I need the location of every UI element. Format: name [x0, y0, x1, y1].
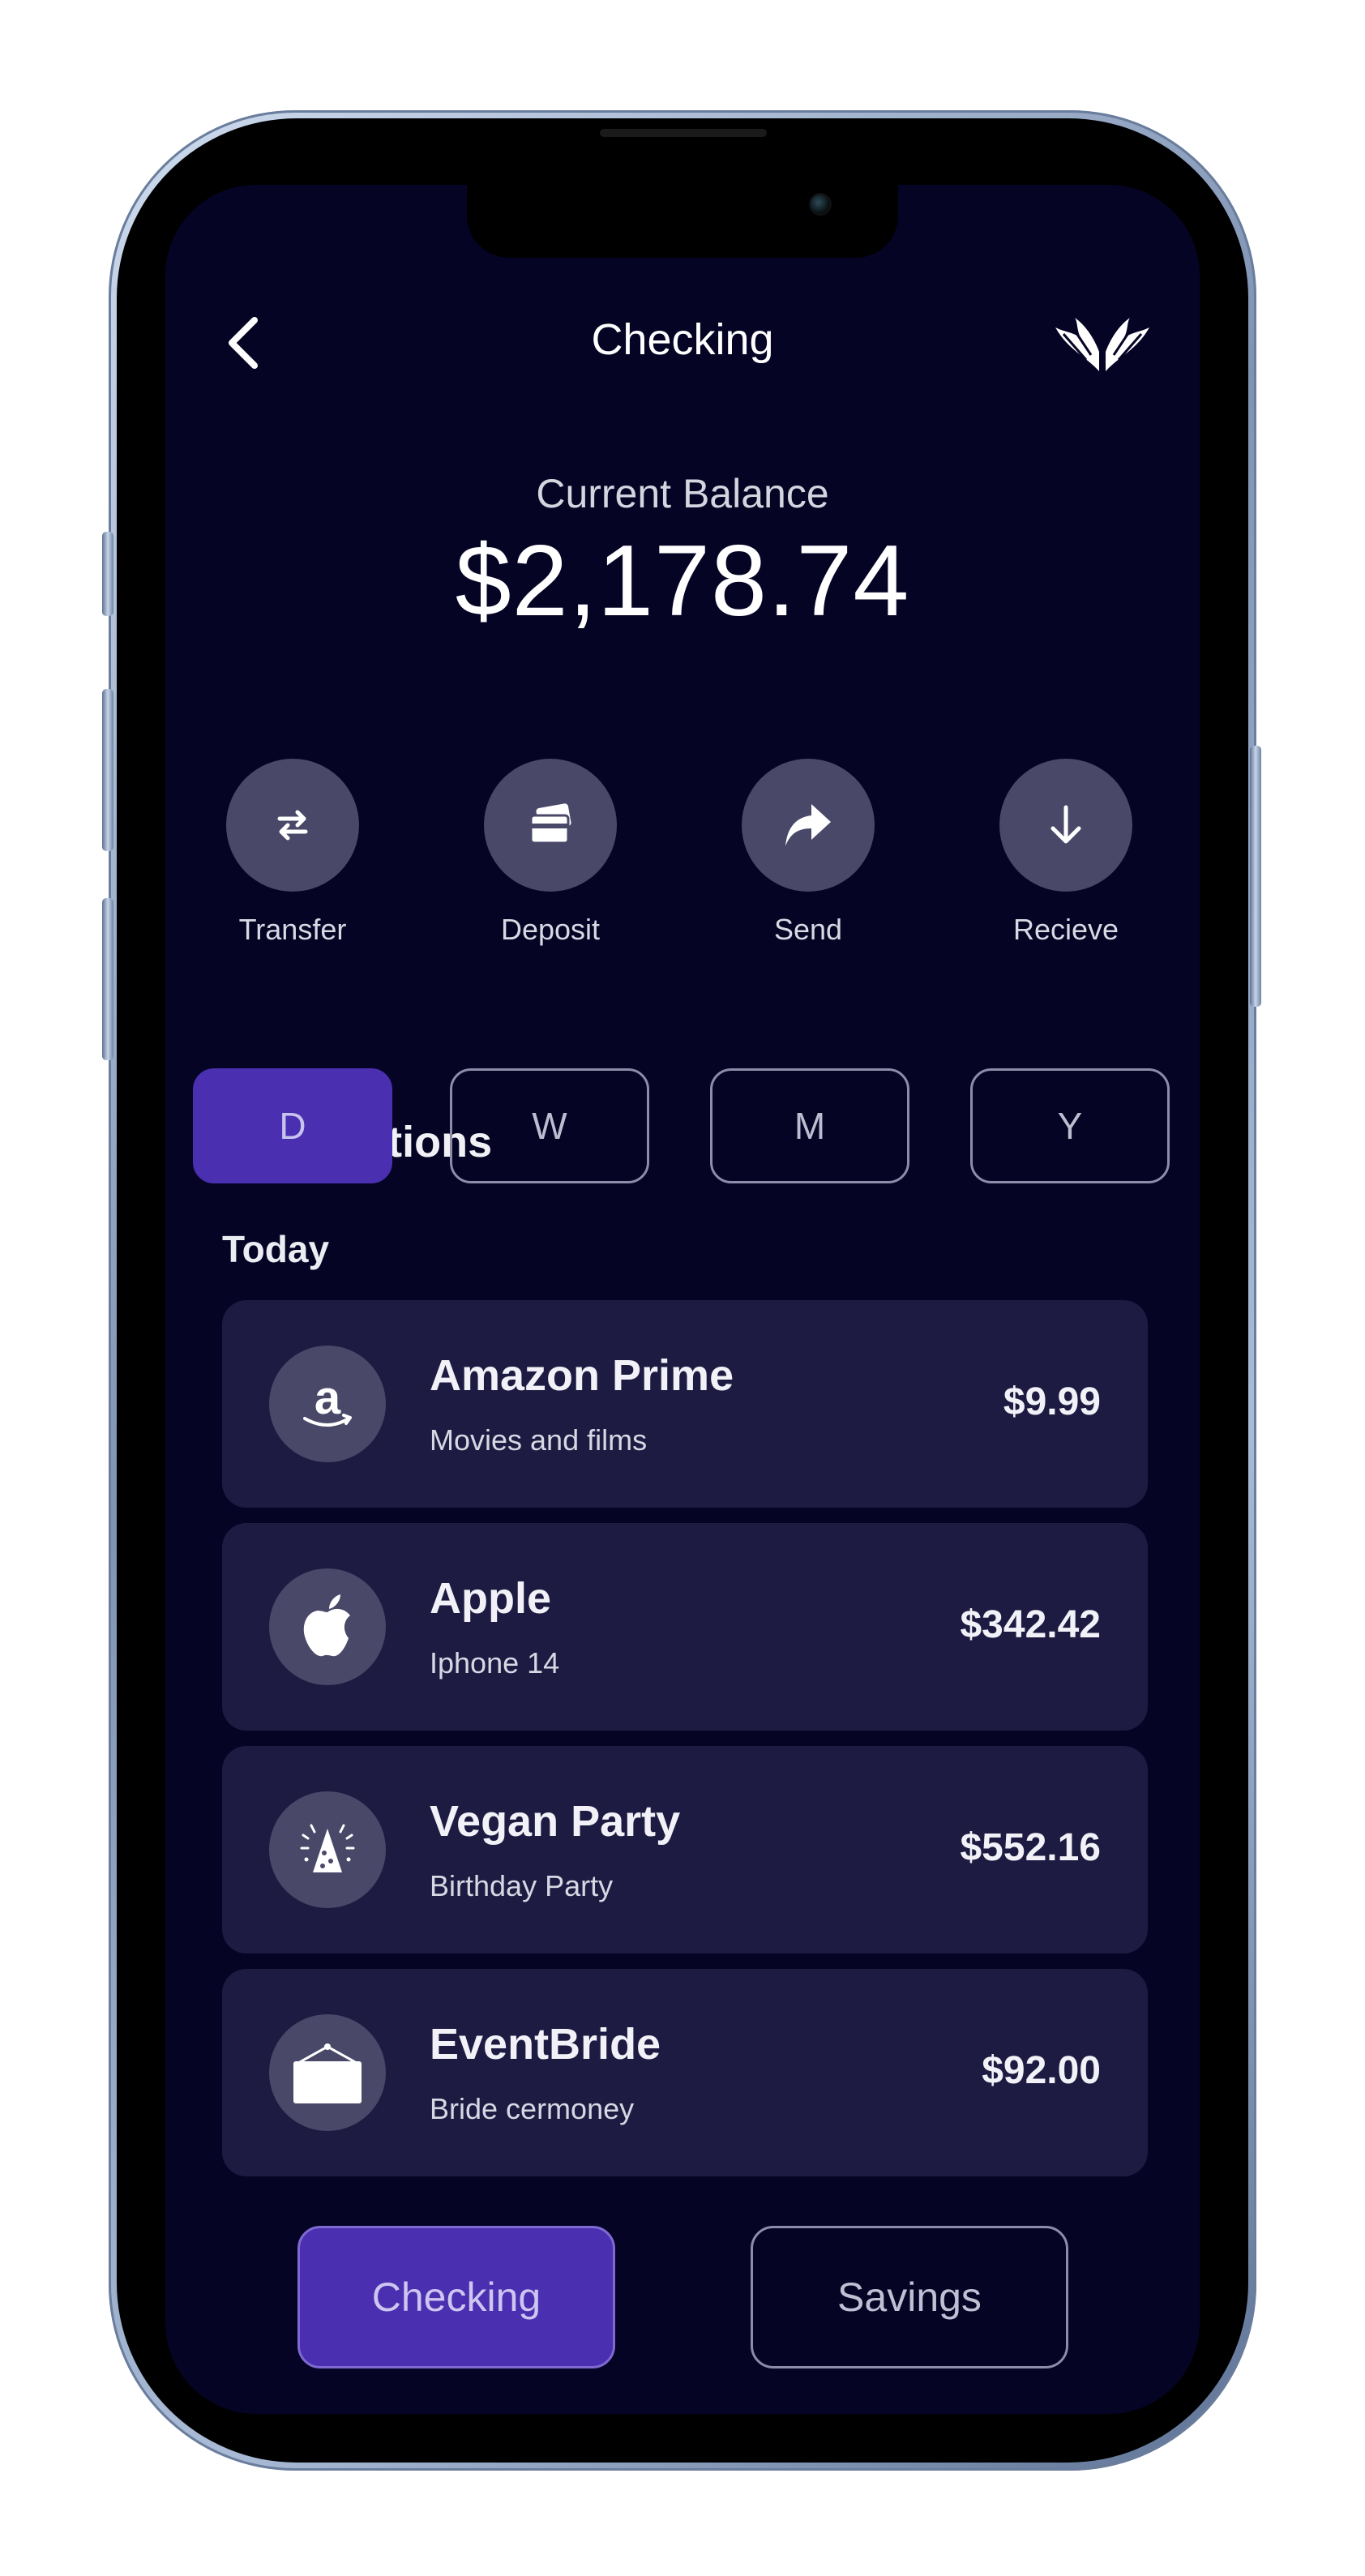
savings-tab[interactable]: Savings [751, 2226, 1068, 2368]
transaction-amount: $9.99 [1003, 1380, 1101, 1423]
balance-amount: $2,178.74 [455, 525, 910, 637]
period-week-button[interactable]: W [450, 1068, 649, 1183]
transaction-name: Vegan Party [430, 1797, 681, 1846]
party-hat-icon [300, 1824, 355, 1872]
apple-icon [303, 1594, 350, 1657]
transfer-arrows-icon [277, 810, 308, 841]
date-group-label: Today [222, 1228, 330, 1270]
amazon-icon: a [303, 1371, 352, 1427]
transaction-amount: $342.42 [960, 1603, 1101, 1646]
transaction-amount: $552.16 [960, 1826, 1101, 1869]
transaction-subtitle: Bride cermoney [430, 2092, 635, 2125]
transaction-name: EventBride [430, 2020, 661, 2069]
volume-up-button [102, 689, 113, 851]
power-button [1250, 746, 1261, 1007]
transaction-name: Amazon Prime [430, 1351, 734, 1400]
arrow-down-icon [1050, 805, 1081, 844]
deposit-label: Deposit [500, 913, 601, 946]
wings-logo-icon [1054, 315, 1151, 376]
volume-down-button [102, 898, 113, 1060]
svg-text:a: a [315, 1371, 341, 1424]
earpiece-speaker [600, 129, 767, 137]
page-title: Checking [591, 315, 774, 364]
silent-switch [102, 532, 113, 616]
hanging-sign-icon [293, 2043, 362, 2103]
deposit-button[interactable]: Deposit [461, 759, 640, 947]
receive-button[interactable]: Recieve [977, 759, 1155, 947]
share-arrow-icon [785, 804, 831, 846]
notch [467, 185, 898, 258]
front-camera [809, 193, 832, 216]
transaction-subtitle: Iphone 14 [430, 1646, 560, 1680]
transaction-row[interactable]: EventBride Bride cermoney $92.00 [222, 1969, 1148, 2176]
transaction-amount: $92.00 [982, 2049, 1101, 2092]
balance-label: Current Balance [536, 471, 829, 516]
transaction-name: Apple [430, 1574, 552, 1623]
transaction-subtitle: Birthday Party [430, 1869, 614, 1902]
cards-icon [529, 803, 571, 845]
transfer-label: Transfer [238, 913, 347, 946]
transfer-button[interactable]: Transfer [203, 759, 382, 947]
transaction-row[interactable]: Apple Iphone 14 $342.42 [222, 1523, 1148, 1731]
app-screen: Checking Current Balance $2,178.74 Trans… [165, 185, 1200, 2414]
transaction-row[interactable]: a Amazon Prime Movies and films $9.99 [222, 1300, 1148, 1508]
period-year-button[interactable]: Y [970, 1068, 1170, 1183]
send-button[interactable]: Send [719, 759, 897, 947]
checking-tab[interactable]: Checking [297, 2226, 615, 2368]
send-label: Send [773, 913, 843, 946]
period-day-button[interactable]: D [193, 1068, 392, 1183]
receive-label: Recieve [1012, 913, 1119, 946]
transaction-subtitle: Movies and films [430, 1423, 648, 1457]
period-month-button[interactable]: M [710, 1068, 909, 1183]
transaction-row[interactable]: Vegan Party Birthday Party $552.16 [222, 1746, 1148, 1953]
